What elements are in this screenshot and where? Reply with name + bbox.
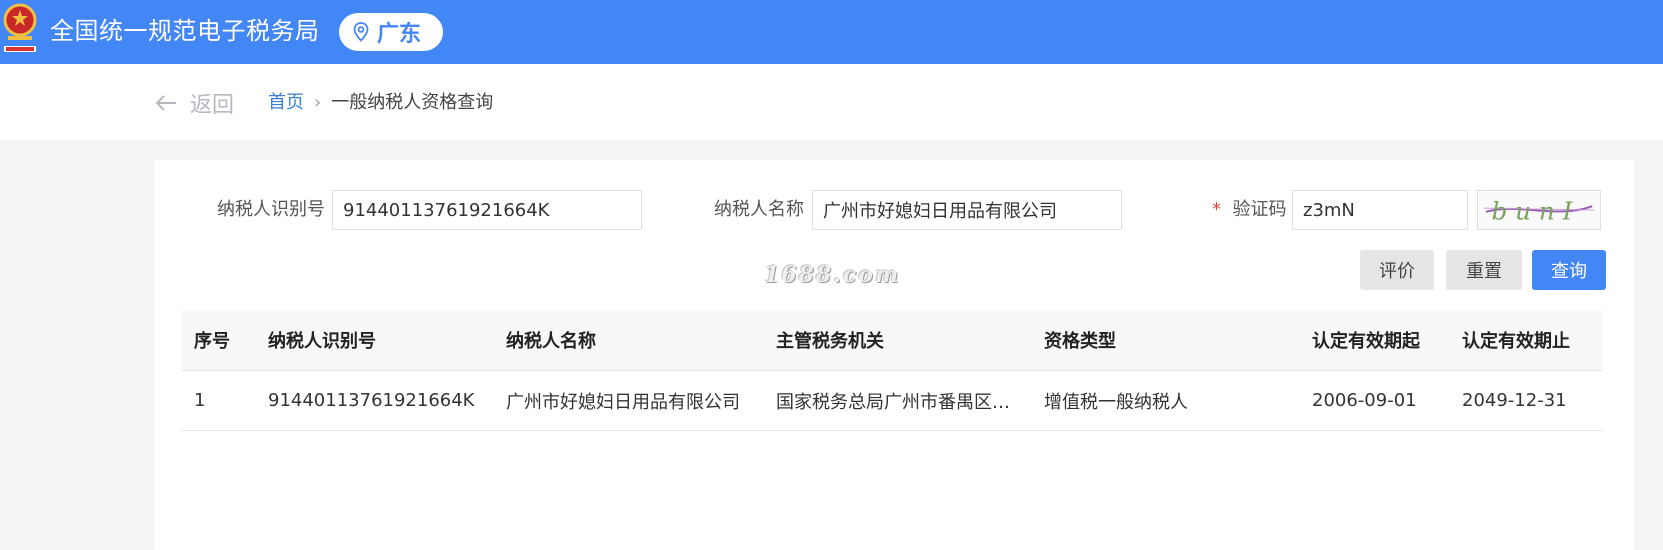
watermark: 1688.com bbox=[764, 262, 901, 288]
table-cell: 91440113761921664K bbox=[268, 390, 475, 411]
region-selector[interactable]: 广东 bbox=[339, 13, 443, 51]
captcha-label: * 验证码 bbox=[1212, 199, 1286, 221]
table-cell: 1 bbox=[194, 390, 206, 411]
breadcrumb-separator: › bbox=[314, 92, 322, 113]
table-cell-wrapper: 国家税务总局广州市番禺区税... bbox=[776, 371, 1024, 430]
column-header: 资格类型 bbox=[1044, 331, 1116, 352]
captcha-label-text: 验证码 bbox=[1232, 199, 1287, 220]
table-cell: 广州市好媳妇日用品有限公司 bbox=[506, 391, 740, 413]
table-cell: 2049-12-31 bbox=[1462, 390, 1567, 411]
table-cell: 增值税一般纳税人 bbox=[1044, 391, 1188, 413]
captcha-image[interactable]: b u n I bbox=[1477, 190, 1601, 230]
column-header: 序号 bbox=[194, 331, 230, 352]
breadcrumb-bar bbox=[0, 64, 1663, 140]
site-title: 全国统一规范电子税务局 bbox=[50, 17, 320, 45]
captcha-input[interactable] bbox=[1292, 190, 1468, 230]
national-emblem-icon bbox=[3, 3, 37, 52]
taxpayer-id-label: 纳税人识别号 bbox=[217, 199, 325, 220]
captcha-image-text: b u n I bbox=[1492, 197, 1574, 226]
arrow-left-icon bbox=[155, 95, 176, 111]
breadcrumb-current: 一般纳税人资格查询 bbox=[331, 92, 494, 113]
back-button[interactable]: 返回 bbox=[154, 88, 234, 118]
breadcrumb: 首页 › 一般纳税人资格查询 bbox=[268, 92, 493, 114]
table-row[interactable]: 1 91440113761921664K 广州市好媳妇日用品有限公司 国家税务总… bbox=[182, 371, 1602, 431]
query-button[interactable]: 查询 bbox=[1532, 250, 1606, 290]
column-header: 认定有效期止 bbox=[1462, 331, 1570, 352]
column-header: 主管税务机关 bbox=[776, 331, 884, 352]
column-header: 认定有效期起 bbox=[1312, 331, 1420, 352]
location-pin-icon bbox=[353, 22, 369, 42]
back-label: 返回 bbox=[190, 93, 235, 118]
evaluate-button[interactable]: 评价 bbox=[1360, 250, 1434, 290]
taxpayer-name-input[interactable] bbox=[812, 190, 1122, 230]
breadcrumb-home-link[interactable]: 首页 bbox=[268, 92, 304, 114]
top-header-bar: 全国统一规范电子税务局 广东 bbox=[0, 0, 1663, 64]
column-header: 纳税人名称 bbox=[506, 331, 596, 352]
taxpayer-id-input[interactable] bbox=[332, 190, 642, 230]
region-label: 广东 bbox=[377, 22, 422, 47]
column-header: 纳税人识别号 bbox=[268, 331, 376, 352]
table-cell: 2006-09-01 bbox=[1312, 390, 1417, 411]
reset-button[interactable]: 重置 bbox=[1446, 250, 1522, 290]
required-mark: * bbox=[1212, 199, 1221, 220]
table-header: 序号 纳税人识别号 纳税人名称 主管税务机关 资格类型 认定有效期起 认定有效期… bbox=[182, 310, 1602, 371]
table-cell: 国家税务总局广州市番禺区税... bbox=[776, 391, 1024, 413]
taxpayer-name-label: 纳税人名称 bbox=[714, 199, 804, 220]
results-table: 序号 纳税人识别号 纳税人名称 主管税务机关 资格类型 认定有效期起 认定有效期… bbox=[182, 310, 1602, 431]
